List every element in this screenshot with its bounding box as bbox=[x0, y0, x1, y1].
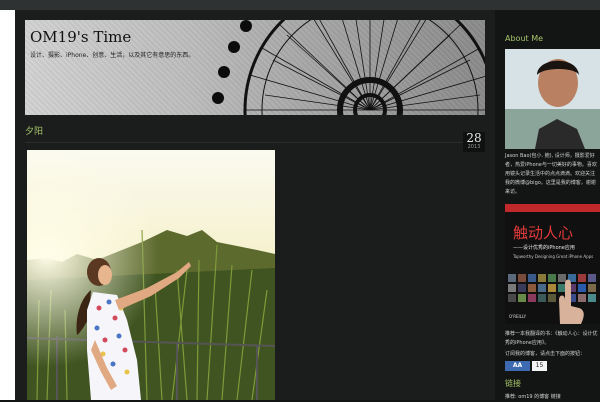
top-bar bbox=[0, 0, 600, 10]
post-photo[interactable] bbox=[27, 150, 275, 400]
book-note: 推荐一本我翻译的书：《触动人心：设计优秀的iPhone应用》。 bbox=[505, 331, 598, 346]
feed-note: 订阅我的博客，请点击下面的按钮： bbox=[505, 351, 586, 357]
date-day: 28 bbox=[466, 131, 482, 145]
site-description: 设计、摄影、iPhone、创意、生活，以及其它有意思的东西。 bbox=[30, 52, 195, 59]
book-ad[interactable]: 触动人心 ——设计优秀的iPhone应用 Tapworthy Designing… bbox=[505, 204, 600, 324]
ad-title: 触动人心 bbox=[513, 224, 574, 242]
ad-topbar bbox=[505, 204, 600, 212]
rss-feed-badge[interactable]: AA bbox=[505, 361, 530, 371]
avatar bbox=[505, 49, 600, 149]
page-edge bbox=[0, 10, 15, 400]
ad-publisher: O'REILLY bbox=[509, 314, 527, 319]
girl-in-field-photo bbox=[27, 150, 275, 400]
links-title: 链接 bbox=[505, 379, 521, 388]
about-text: Jason Bao(包小. 鲍), 设计师，摄影爱好者，热爱iPhone与一切美… bbox=[505, 153, 597, 195]
site-title[interactable]: OM19's Time bbox=[30, 28, 131, 46]
ad-english-title: Tapworthy Designing Great iPhone Apps bbox=[513, 254, 594, 259]
post-title[interactable]: 夕阳 bbox=[25, 124, 43, 137]
date-badge: 28 2013 bbox=[463, 132, 485, 152]
post-header: 夕阳 28 2013 bbox=[25, 120, 485, 152]
links-text[interactable]: 推荐: om19 的博客 链接 bbox=[505, 393, 600, 402]
subscriber-count: 15 bbox=[532, 361, 547, 371]
ad-subtitle: ——设计优秀的iPhone应用 bbox=[513, 245, 575, 251]
about-title: About Me bbox=[505, 34, 544, 43]
